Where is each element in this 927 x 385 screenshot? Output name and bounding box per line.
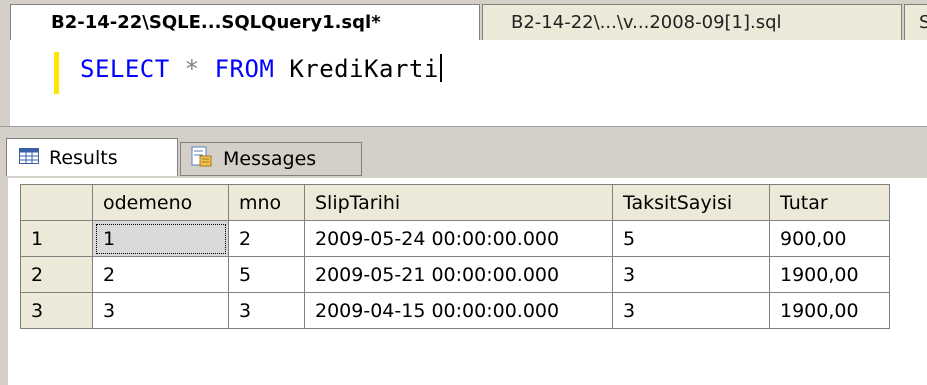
grid-corner[interactable] [20, 184, 93, 221]
cell-odemeno[interactable]: 1 [92, 220, 229, 257]
star-operator: * [184, 55, 200, 83]
message-icon [191, 146, 213, 173]
cell-tutar[interactable]: 1900,00 [769, 292, 890, 329]
grid-icon [19, 147, 39, 169]
changed-line-marker [54, 52, 59, 94]
text-caret [439, 54, 442, 82]
keyword-select: SELECT [80, 55, 170, 83]
table-name: KrediKarti [289, 55, 439, 83]
table-row: 2 2 5 2009-05-21 00:00:00.000 3 1900,00 [20, 256, 890, 293]
row-number[interactable]: 1 [20, 220, 93, 257]
tab-third-query[interactable]: S [904, 4, 927, 40]
tab-label: B2-14-22\...\v...2008-09[1].sql [511, 12, 782, 33]
column-header-odemeno[interactable]: odemeno [92, 184, 229, 221]
results-pane: odemeno mno SlipTarihi TaksitSayisi Tuta… [0, 178, 927, 385]
tab-messages-label: Messages [223, 148, 317, 170]
row-number[interactable]: 2 [20, 256, 93, 293]
cell-mno[interactable]: 3 [228, 292, 305, 329]
table-row: 1 1 2 2009-05-24 00:00:00.000 5 900,00 [20, 220, 890, 257]
query-editor[interactable]: SELECT * FROM KrediKarti [0, 40, 927, 126]
column-header-taksitsayisi[interactable]: TaksitSayisi [612, 184, 770, 221]
table-row: 3 3 3 2009-04-15 00:00:00.000 3 1900,00 [20, 292, 890, 329]
cell-mno[interactable]: 5 [228, 256, 305, 293]
cell-tutar[interactable]: 1900,00 [769, 256, 890, 293]
cell-odemeno[interactable]: 2 [92, 256, 229, 293]
cell-odemeno[interactable]: 3 [92, 292, 229, 329]
tab-label: S [919, 12, 927, 33]
cell-taksitsayisi[interactable]: 3 [612, 256, 770, 293]
tab-messages[interactable]: Messages [180, 142, 362, 176]
cell-sliptarihi[interactable]: 2009-05-21 00:00:00.000 [304, 256, 613, 293]
editor-tab-strip: B2-14-22\SQLE...SQLQuery1.sql* B2-14-22\… [0, 0, 927, 40]
row-number[interactable]: 3 [20, 292, 93, 329]
cell-sliptarihi[interactable]: 2009-05-24 00:00:00.000 [304, 220, 613, 257]
result-tab-strip: Results Messages [0, 134, 927, 178]
keyword-from: FROM [214, 55, 275, 83]
tab-label: B2-14-22\SQLE...SQLQuery1.sql* [51, 12, 381, 33]
cell-sliptarihi[interactable]: 2009-04-15 00:00:00.000 [304, 292, 613, 329]
grid-header-row: odemeno mno SlipTarihi TaksitSayisi Tuta… [20, 184, 890, 221]
tab-results[interactable]: Results [6, 138, 178, 176]
tab-second-query[interactable]: B2-14-22\...\v...2008-09[1].sql [482, 4, 902, 40]
query-line[interactable]: SELECT * FROM KrediKarti [80, 54, 442, 83]
tab-sqlquery1[interactable]: B2-14-22\SQLE...SQLQuery1.sql* [10, 4, 480, 40]
column-header-mno[interactable]: mno [228, 184, 305, 221]
column-header-tutar[interactable]: Tutar [769, 184, 890, 221]
cell-taksitsayisi[interactable]: 5 [612, 220, 770, 257]
column-header-sliptarihi[interactable]: SlipTarihi [304, 184, 613, 221]
cell-tutar[interactable]: 900,00 [769, 220, 890, 257]
cell-mno[interactable]: 2 [228, 220, 305, 257]
cell-taksitsayisi[interactable]: 3 [612, 292, 770, 329]
results-grid: odemeno mno SlipTarihi TaksitSayisi Tuta… [20, 184, 890, 329]
tab-results-label: Results [49, 146, 118, 169]
